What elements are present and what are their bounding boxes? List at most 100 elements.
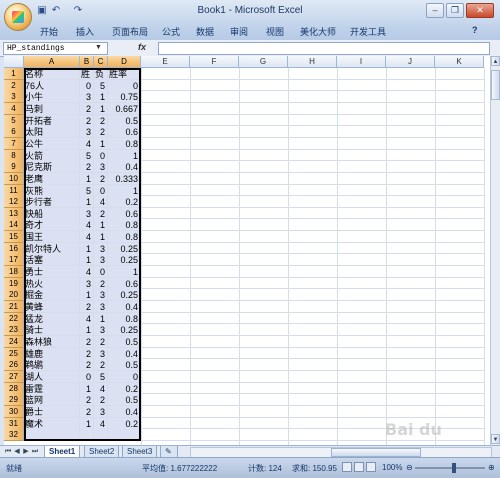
data-cell[interactable]: 老鹰	[24, 172, 80, 185]
data-cell[interactable]: 0.6	[108, 277, 141, 290]
data-cell[interactable]: 1	[80, 382, 94, 395]
data-cell[interactable]: 0.4	[108, 161, 141, 174]
office-button[interactable]	[4, 3, 32, 31]
row-header[interactable]: 18	[4, 266, 24, 279]
data-cell[interactable]: 3	[80, 91, 94, 104]
data-cell[interactable]: 1	[94, 219, 108, 232]
data-cell[interactable]: 0.667	[108, 102, 141, 115]
data-cell[interactable]: 3	[94, 161, 108, 174]
chevron-down-icon[interactable]: ▼	[95, 42, 102, 54]
data-cell[interactable]: 5	[94, 370, 108, 383]
data-cell[interactable]: 热火	[24, 277, 80, 290]
data-cell[interactable]: 0.5	[108, 359, 141, 372]
data-cell[interactable]: 太阳	[24, 126, 80, 139]
row-header[interactable]: 22	[4, 312, 24, 325]
data-cell[interactable]: 骑士	[24, 324, 80, 337]
row-header[interactable]: 13	[4, 207, 24, 220]
row-header[interactable]: 17	[4, 254, 24, 267]
data-cell[interactable]: 0.8	[108, 231, 141, 244]
data-cell[interactable]: 3	[94, 347, 108, 360]
data-cell[interactable]: 4	[80, 137, 94, 150]
data-cell[interactable]: 0	[108, 79, 141, 92]
tab-data[interactable]: 数据	[196, 25, 214, 38]
tab-review[interactable]: 审阅	[230, 25, 248, 38]
data-cell[interactable]: 0.6	[108, 126, 141, 139]
row-header[interactable]: 3	[4, 91, 24, 104]
data-cell[interactable]: 0.4	[108, 347, 141, 360]
prev-sheet-icon[interactable]: ◀	[13, 447, 21, 456]
column-header[interactable]: F	[190, 56, 239, 68]
tab-developer[interactable]: 开发工具	[350, 25, 386, 38]
data-cell[interactable]: 3	[94, 324, 108, 337]
worksheet-grid[interactable]: A B C D E F G H I J K 1 名称胜负胜率 2 76人 0 5 0 3 小牛 3 1 0.75 4 马刺 2 1 0…	[4, 56, 490, 445]
data-cell[interactable]	[94, 429, 108, 442]
data-cell[interactable]	[80, 429, 94, 442]
data-cell[interactable]: 1	[108, 149, 141, 162]
data-cell[interactable]: 凯尔特人	[24, 242, 80, 255]
row-header[interactable]: 6	[4, 126, 24, 139]
data-cell[interactable]: 4	[80, 231, 94, 244]
data-cell[interactable]: 3	[94, 242, 108, 255]
data-cell[interactable]: 2	[94, 394, 108, 407]
data-cell[interactable]: 0.4	[108, 301, 141, 313]
column-header[interactable]: I	[337, 56, 386, 68]
row-header[interactable]: 5	[4, 114, 24, 127]
data-cell[interactable]: 3	[94, 405, 108, 418]
data-cell[interactable]: 2	[94, 207, 108, 220]
data-cell[interactable]: 1	[80, 172, 94, 185]
data-cell[interactable]: 4	[94, 196, 108, 209]
row-header[interactable]: 10	[4, 172, 24, 185]
data-cell[interactable]: 0.25	[108, 254, 141, 267]
data-cell[interactable]: 2	[80, 394, 94, 407]
tab-page-layout[interactable]: 页面布局	[112, 25, 148, 38]
data-cell[interactable]: 0.5	[108, 394, 141, 407]
data-cell[interactable]: 2	[94, 359, 108, 372]
data-cell[interactable]: 猛龙	[24, 312, 80, 325]
data-cell[interactable]: 76人	[24, 79, 80, 92]
data-cell[interactable]: 0.333	[108, 172, 141, 185]
tab-insert[interactable]: 插入	[76, 25, 94, 38]
data-cell[interactable]	[24, 429, 80, 442]
row-header[interactable]: 29	[4, 394, 24, 407]
column-header[interactable]: E	[141, 56, 190, 68]
data-cell[interactable]: 4	[80, 219, 94, 232]
scroll-up-icon[interactable]: ▲	[491, 56, 500, 66]
data-cell[interactable]: 4	[80, 312, 94, 325]
column-header[interactable]: B	[80, 56, 94, 68]
row-header[interactable]: 9	[4, 161, 24, 174]
scroll-thumb[interactable]	[331, 448, 421, 457]
data-cell[interactable]: 2	[80, 405, 94, 418]
scroll-down-icon[interactable]: ▼	[491, 434, 500, 444]
row-header[interactable]: 1	[4, 68, 24, 80]
data-cell[interactable]: 1	[108, 184, 141, 197]
help-icon[interactable]: ?	[472, 25, 478, 35]
row-header[interactable]: 7	[4, 137, 24, 150]
data-cell[interactable]: 1	[80, 289, 94, 302]
name-box[interactable]: HP_standings	[3, 42, 108, 55]
data-cell[interactable]: 3	[80, 277, 94, 290]
data-cell[interactable]: 魔术	[24, 417, 80, 430]
data-cell[interactable]: 0.8	[108, 312, 141, 325]
tab-formulas[interactable]: 公式	[162, 25, 180, 38]
normal-view-icon[interactable]	[342, 462, 352, 472]
data-cell[interactable]: 0.5	[108, 114, 141, 127]
header-cell[interactable]: 胜	[80, 68, 94, 80]
column-header[interactable]: D	[108, 56, 141, 68]
data-cell[interactable]: 0.75	[108, 91, 141, 104]
data-cell[interactable]: 火箭	[24, 149, 80, 162]
first-sheet-icon[interactable]: ⏮	[4, 447, 12, 456]
column-header[interactable]: H	[288, 56, 337, 68]
tab-home[interactable]: 开始	[40, 25, 58, 38]
data-cell[interactable]: 0	[94, 266, 108, 279]
data-cell[interactable]: 灰熊	[24, 184, 80, 197]
data-cell[interactable]: 篮网	[24, 394, 80, 407]
data-cell[interactable]: 3	[80, 207, 94, 220]
data-cell[interactable]: 5	[94, 79, 108, 92]
data-cell[interactable]: 1	[80, 196, 94, 209]
data-cell[interactable]: 4	[80, 266, 94, 279]
data-cell[interactable]: 0.8	[108, 219, 141, 232]
data-cell[interactable]: 黄蜂	[24, 301, 80, 313]
data-cell[interactable]: 0.4	[108, 405, 141, 418]
data-cell[interactable]: 5	[80, 149, 94, 162]
data-cell[interactable]: 爵士	[24, 405, 80, 418]
